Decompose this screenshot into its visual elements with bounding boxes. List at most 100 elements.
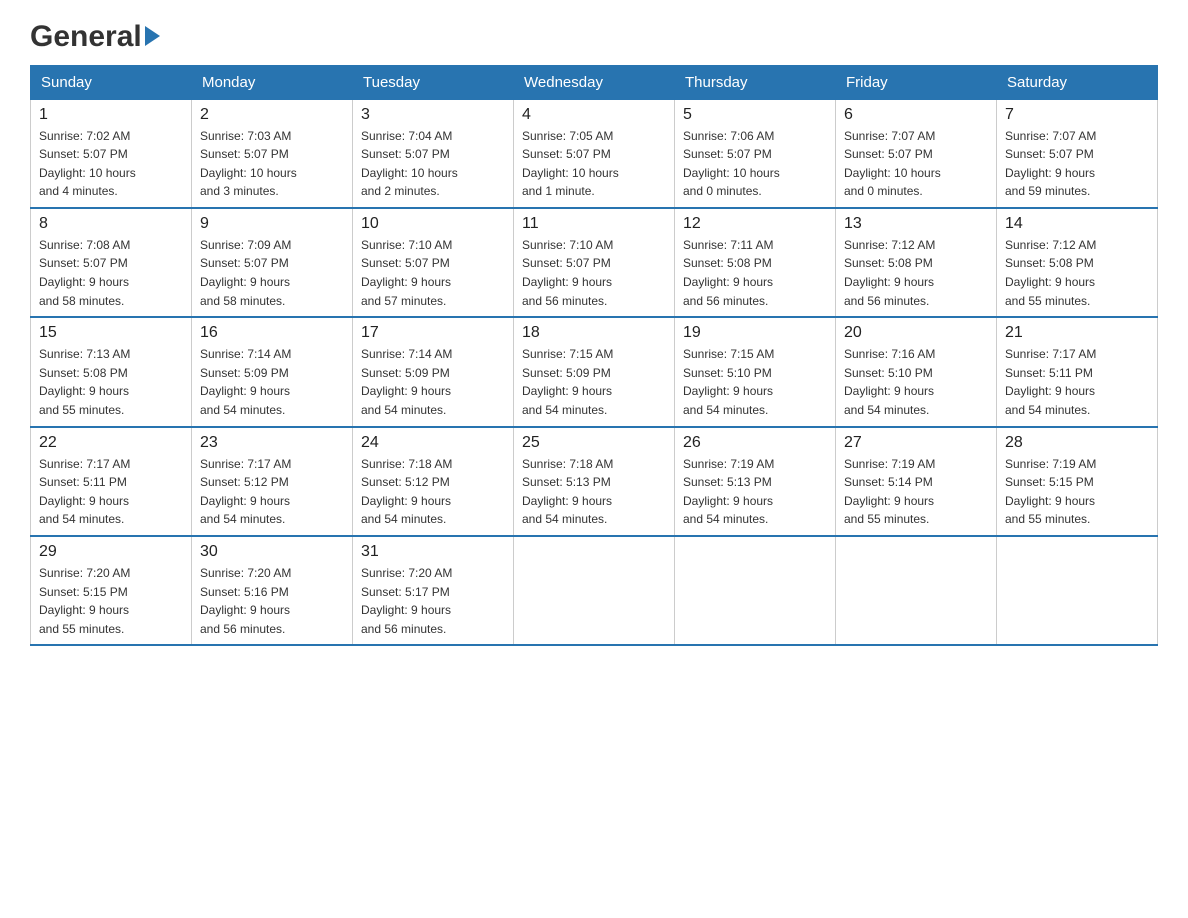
day-info: Sunrise: 7:15 AM Sunset: 5:10 PM Dayligh… xyxy=(683,345,827,419)
day-info: Sunrise: 7:14 AM Sunset: 5:09 PM Dayligh… xyxy=(361,345,505,419)
day-info: Sunrise: 7:06 AM Sunset: 5:07 PM Dayligh… xyxy=(683,127,827,201)
day-cell-8: 8 Sunrise: 7:08 AM Sunset: 5:07 PM Daylig… xyxy=(31,208,192,317)
day-info: Sunrise: 7:17 AM Sunset: 5:11 PM Dayligh… xyxy=(39,455,183,529)
day-info: Sunrise: 7:19 AM Sunset: 5:15 PM Dayligh… xyxy=(1005,455,1149,529)
day-cell-16: 16 Sunrise: 7:14 AM Sunset: 5:09 PM Dayli… xyxy=(192,317,353,426)
day-cell-2: 2 Sunrise: 7:03 AM Sunset: 5:07 PM Daylig… xyxy=(192,99,353,208)
day-number: 13 xyxy=(844,215,988,233)
day-number: 15 xyxy=(39,324,183,342)
header-cell-friday: Friday xyxy=(836,65,997,99)
week-row-4: 22 Sunrise: 7:17 AM Sunset: 5:11 PM Dayli… xyxy=(31,427,1158,536)
day-cell-25: 25 Sunrise: 7:18 AM Sunset: 5:13 PM Dayli… xyxy=(514,427,675,536)
day-number: 18 xyxy=(522,324,666,342)
day-number: 23 xyxy=(200,434,344,452)
day-number: 2 xyxy=(200,106,344,124)
day-cell-4: 4Sunrise: 7:05 AM Sunset: 5:07 PM Daylig… xyxy=(514,99,675,208)
day-info: Sunrise: 7:19 AM Sunset: 5:14 PM Dayligh… xyxy=(844,455,988,529)
day-info: Sunrise: 7:17 AM Sunset: 5:12 PM Dayligh… xyxy=(200,455,344,529)
day-number: 6 xyxy=(844,106,988,124)
day-info: Sunrise: 7:17 AM Sunset: 5:11 PM Dayligh… xyxy=(1005,345,1149,419)
day-info: Sunrise: 7:08 AM Sunset: 5:07 PM Dayligh… xyxy=(39,236,183,310)
week-row-2: 8 Sunrise: 7:08 AM Sunset: 5:07 PM Daylig… xyxy=(31,208,1158,317)
day-cell-27: 27 Sunrise: 7:19 AM Sunset: 5:14 PM Dayli… xyxy=(836,427,997,536)
day-number: 29 xyxy=(39,543,183,561)
week-row-5: 29 Sunrise: 7:20 AM Sunset: 5:15 PM Dayli… xyxy=(31,536,1158,645)
day-info: Sunrise: 7:12 AM Sunset: 5:08 PM Dayligh… xyxy=(844,236,988,310)
day-number: 5 xyxy=(683,106,827,124)
week-row-3: 15 Sunrise: 7:13 AM Sunset: 5:08 PM Dayli… xyxy=(31,317,1158,426)
calendar-table: SundayMondayTuesdayWednesdayThursdayFrid… xyxy=(30,65,1158,647)
day-cell-1: 1 Sunrise: 7:02 AM Sunset: 5:07 PM Daylig… xyxy=(31,99,192,208)
day-info: Sunrise: 7:20 AM Sunset: 5:17 PM Dayligh… xyxy=(361,564,505,638)
day-cell-9: 9 Sunrise: 7:09 AM Sunset: 5:07 PM Daylig… xyxy=(192,208,353,317)
day-number: 4 xyxy=(522,106,666,124)
day-number: 24 xyxy=(361,434,505,452)
day-number: 9 xyxy=(200,215,344,233)
day-info: Sunrise: 7:10 AM Sunset: 5:07 PM Dayligh… xyxy=(361,236,505,310)
day-cell-11: 11Sunrise: 7:10 AM Sunset: 5:07 PM Dayli… xyxy=(514,208,675,317)
day-cell-26: 26Sunrise: 7:19 AM Sunset: 5:13 PM Dayli… xyxy=(675,427,836,536)
day-cell-18: 18 Sunrise: 7:15 AM Sunset: 5:09 PM Dayli… xyxy=(514,317,675,426)
day-number: 30 xyxy=(200,543,344,561)
day-info: Sunrise: 7:12 AM Sunset: 5:08 PM Dayligh… xyxy=(1005,236,1149,310)
day-cell-13: 13 Sunrise: 7:12 AM Sunset: 5:08 PM Dayli… xyxy=(836,208,997,317)
logo-arrow-icon xyxy=(145,26,160,46)
header-cell-monday: Monday xyxy=(192,65,353,99)
day-cell-20: 20Sunrise: 7:16 AM Sunset: 5:10 PM Dayli… xyxy=(836,317,997,426)
day-info: Sunrise: 7:11 AM Sunset: 5:08 PM Dayligh… xyxy=(683,236,827,310)
day-cell-30: 30 Sunrise: 7:20 AM Sunset: 5:16 PM Dayli… xyxy=(192,536,353,645)
day-cell-5: 5 Sunrise: 7:06 AM Sunset: 5:07 PM Daylig… xyxy=(675,99,836,208)
day-info: Sunrise: 7:20 AM Sunset: 5:16 PM Dayligh… xyxy=(200,564,344,638)
day-number: 14 xyxy=(1005,215,1149,233)
day-info: Sunrise: 7:04 AM Sunset: 5:07 PM Dayligh… xyxy=(361,127,505,201)
logo: General xyxy=(30,20,160,55)
day-info: Sunrise: 7:20 AM Sunset: 5:15 PM Dayligh… xyxy=(39,564,183,638)
day-cell-21: 21 Sunrise: 7:17 AM Sunset: 5:11 PM Dayli… xyxy=(997,317,1158,426)
day-cell-6: 6Sunrise: 7:07 AM Sunset: 5:07 PM Daylig… xyxy=(836,99,997,208)
day-number: 10 xyxy=(361,215,505,233)
day-info: Sunrise: 7:03 AM Sunset: 5:07 PM Dayligh… xyxy=(200,127,344,201)
page-header: General xyxy=(30,20,1158,55)
day-info: Sunrise: 7:13 AM Sunset: 5:08 PM Dayligh… xyxy=(39,345,183,419)
empty-cell xyxy=(675,536,836,645)
day-cell-19: 19 Sunrise: 7:15 AM Sunset: 5:10 PM Dayli… xyxy=(675,317,836,426)
header-cell-thursday: Thursday xyxy=(675,65,836,99)
day-cell-3: 3 Sunrise: 7:04 AM Sunset: 5:07 PM Daylig… xyxy=(353,99,514,208)
day-cell-31: 31Sunrise: 7:20 AM Sunset: 5:17 PM Dayli… xyxy=(353,536,514,645)
day-cell-24: 24Sunrise: 7:18 AM Sunset: 5:12 PM Dayli… xyxy=(353,427,514,536)
day-number: 19 xyxy=(683,324,827,342)
day-info: Sunrise: 7:18 AM Sunset: 5:13 PM Dayligh… xyxy=(522,455,666,529)
day-cell-17: 17Sunrise: 7:14 AM Sunset: 5:09 PM Dayli… xyxy=(353,317,514,426)
day-number: 16 xyxy=(200,324,344,342)
week-row-1: 1 Sunrise: 7:02 AM Sunset: 5:07 PM Daylig… xyxy=(31,99,1158,208)
day-info: Sunrise: 7:09 AM Sunset: 5:07 PM Dayligh… xyxy=(200,236,344,310)
day-number: 21 xyxy=(1005,324,1149,342)
header-cell-saturday: Saturday xyxy=(997,65,1158,99)
day-cell-22: 22 Sunrise: 7:17 AM Sunset: 5:11 PM Dayli… xyxy=(31,427,192,536)
day-info: Sunrise: 7:02 AM Sunset: 5:07 PM Dayligh… xyxy=(39,127,183,201)
day-info: Sunrise: 7:15 AM Sunset: 5:09 PM Dayligh… xyxy=(522,345,666,419)
header-row: SundayMondayTuesdayWednesdayThursdayFrid… xyxy=(31,65,1158,99)
day-info: Sunrise: 7:16 AM Sunset: 5:10 PM Dayligh… xyxy=(844,345,988,419)
day-cell-7: 7Sunrise: 7:07 AM Sunset: 5:07 PM Daylig… xyxy=(997,99,1158,208)
empty-cell xyxy=(997,536,1158,645)
day-cell-29: 29 Sunrise: 7:20 AM Sunset: 5:15 PM Dayli… xyxy=(31,536,192,645)
day-info: Sunrise: 7:07 AM Sunset: 5:07 PM Dayligh… xyxy=(1005,127,1149,201)
day-number: 1 xyxy=(39,106,183,124)
day-cell-12: 12 Sunrise: 7:11 AM Sunset: 5:08 PM Dayli… xyxy=(675,208,836,317)
day-number: 12 xyxy=(683,215,827,233)
day-info: Sunrise: 7:10 AM Sunset: 5:07 PM Dayligh… xyxy=(522,236,666,310)
day-info: Sunrise: 7:19 AM Sunset: 5:13 PM Dayligh… xyxy=(683,455,827,529)
day-number: 8 xyxy=(39,215,183,233)
empty-cell xyxy=(836,536,997,645)
day-cell-14: 14 Sunrise: 7:12 AM Sunset: 5:08 PM Dayli… xyxy=(997,208,1158,317)
empty-cell xyxy=(514,536,675,645)
day-cell-10: 10 Sunrise: 7:10 AM Sunset: 5:07 PM Dayli… xyxy=(353,208,514,317)
day-info: Sunrise: 7:14 AM Sunset: 5:09 PM Dayligh… xyxy=(200,345,344,419)
day-number: 3 xyxy=(361,106,505,124)
day-number: 28 xyxy=(1005,434,1149,452)
day-number: 22 xyxy=(39,434,183,452)
day-cell-15: 15 Sunrise: 7:13 AM Sunset: 5:08 PM Dayli… xyxy=(31,317,192,426)
day-number: 25 xyxy=(522,434,666,452)
day-number: 27 xyxy=(844,434,988,452)
